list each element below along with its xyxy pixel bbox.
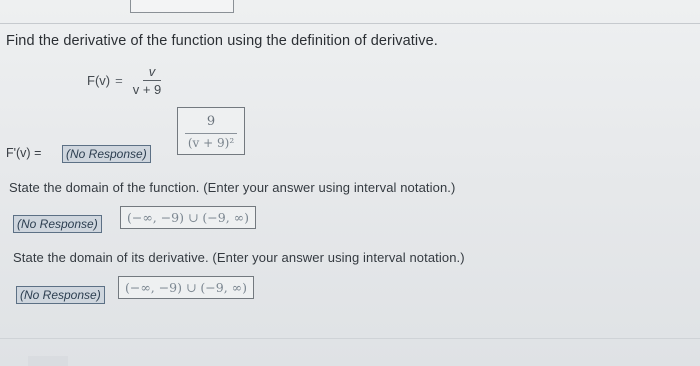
derivative-answer-numerator: 9	[206, 114, 216, 129]
equals-sign: =	[115, 72, 123, 88]
domain-function-no-response-badge: (No Response)	[13, 215, 102, 233]
derivative-label: F'(v) =	[6, 146, 42, 160]
domain-derivative-no-response-badge: (No Response)	[16, 286, 105, 304]
function-name: F(v)	[87, 72, 111, 88]
domain-derivative-prompt: State the domain of its derivative. (Ent…	[13, 250, 465, 265]
section-divider-bottom	[0, 338, 700, 339]
domain-function-answer: (−∞, −9) ∪ (−9, ∞)	[120, 206, 256, 229]
function-fraction: v v + 9	[129, 64, 166, 97]
domain-function-prompt: State the domain of the function. (Enter…	[9, 180, 456, 195]
derivative-answer-denominator: (v + 9)²	[187, 136, 235, 150]
function-numerator: v	[142, 64, 162, 81]
section-divider	[0, 23, 700, 24]
domain-derivative-answer: (−∞, −9) ∪ (−9, ∞)	[118, 276, 254, 299]
next-section-stub	[28, 356, 68, 366]
derivative-answer-box: 9 (v + 9)²	[177, 107, 245, 155]
function-definition: F(v) = v v + 9	[87, 60, 165, 100]
function-denominator: v + 9	[132, 81, 162, 97]
question-instruction: Find the derivative of the function usin…	[6, 33, 438, 49]
previous-answer-box	[130, 0, 234, 13]
fraction-bar	[185, 133, 237, 134]
derivative-no-response-badge: (No Response)	[62, 145, 151, 163]
